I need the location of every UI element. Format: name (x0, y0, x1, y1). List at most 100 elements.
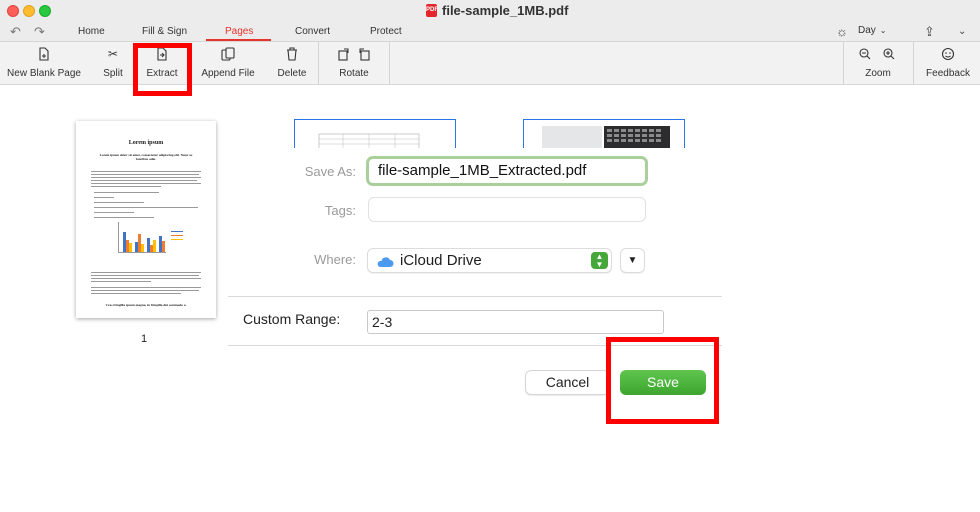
chart-bar (129, 243, 132, 252)
sun-icon[interactable]: ☼ (836, 24, 848, 39)
feedback-label: Feedback (926, 68, 970, 79)
cancel-button[interactable]: Cancel (525, 370, 610, 395)
text-line (91, 177, 201, 178)
text-line (91, 174, 199, 175)
feedback-button[interactable]: Feedback (922, 42, 974, 85)
text-line (94, 212, 134, 213)
thumbnail-chart (118, 222, 166, 253)
expand-dialog-button[interactable]: ▼ (620, 248, 645, 273)
thumbnail-subtitle: Lorem ipsum dolor sit amet, consectetur … (99, 153, 193, 161)
text-line (91, 180, 197, 181)
text-line (94, 202, 144, 203)
chart-legend (171, 239, 183, 240)
chevron-down-icon: ▼ (627, 255, 638, 266)
page-number: 1 (141, 333, 148, 345)
toolbar-divider (913, 42, 914, 85)
zoom-window-button[interactable] (39, 5, 51, 17)
extract-highlight-box (133, 43, 192, 96)
new-page-icon (38, 47, 50, 63)
text-line (94, 217, 154, 218)
feedback-icon (941, 47, 955, 63)
title-bar: PDF file-sample_1MB.pdf (0, 0, 980, 22)
tags-input[interactable] (368, 197, 646, 222)
more-chevron-icon[interactable]: ⌄ (958, 26, 966, 37)
text-line (94, 197, 114, 198)
text-line (91, 183, 201, 184)
trash-icon (286, 47, 298, 63)
chart-legend (171, 231, 183, 232)
chart-legend (171, 235, 183, 236)
share-icon[interactable]: ⇪ (924, 24, 935, 40)
minimize-window-button[interactable] (23, 5, 35, 17)
new-blank-page-label: New Blank Page (7, 68, 81, 79)
page-preview-2[interactable] (294, 119, 456, 149)
window-title-text: file-sample_1MB.pdf (442, 3, 569, 18)
text-line (91, 272, 201, 273)
undo-icon[interactable]: ↶ (10, 24, 21, 40)
divider (228, 296, 722, 297)
new-blank-page-button[interactable]: New Blank Page (4, 42, 84, 85)
append-file-icon (221, 47, 235, 63)
icloud-icon (377, 257, 394, 267)
zoom-label: Zoom (865, 68, 891, 79)
text-line (91, 293, 181, 294)
delete-label: Delete (277, 68, 307, 79)
chart-bar (141, 244, 144, 252)
image-preview (542, 126, 670, 149)
text-line (91, 186, 161, 187)
chart-bar (153, 240, 156, 252)
rotate-button[interactable]: Rotate (330, 42, 378, 85)
text-line (94, 192, 159, 193)
where-label: Where: (314, 252, 356, 267)
text-line (91, 275, 199, 276)
thumbnail-title: Lorem ipsum (128, 140, 164, 146)
split-button[interactable]: ✂ Split (96, 42, 130, 85)
toolbar-divider (318, 42, 319, 85)
rotate-icon (337, 47, 371, 63)
window-title: PDF file-sample_1MB.pdf (426, 3, 568, 18)
page-thumbnail[interactable]: Lorem ipsum Lorem ipsum dolor sit amet, … (76, 121, 216, 318)
thumbnail-bottom-text: Cras fringilla ipsum magna, in fringilla… (105, 303, 187, 307)
text-line (91, 287, 201, 288)
table-preview (318, 133, 420, 149)
text-line (91, 278, 201, 279)
theme-dropdown[interactable]: Day ⌄ (858, 25, 887, 36)
split-label: Split (103, 68, 123, 79)
close-window-button[interactable] (7, 5, 19, 17)
page-preview-3[interactable] (523, 119, 685, 149)
tags-label: Tags: (324, 203, 356, 218)
rotate-label: Rotate (339, 68, 369, 79)
where-popup[interactable]: iCloud Drive ▲ ▼ (367, 248, 612, 273)
tab-protect[interactable]: Protect (370, 26, 402, 37)
tab-bar: ↶ ↷ Home Fill & Sign Pages Convert Prote… (0, 22, 980, 42)
redo-icon[interactable]: ↷ (34, 24, 45, 40)
text-line (91, 171, 201, 172)
append-file-label: Append File (201, 68, 255, 79)
text-line (91, 281, 151, 282)
text-line (91, 290, 199, 291)
pdf-file-icon: PDF (426, 4, 438, 17)
chevron-down-icon: ⌄ (879, 26, 887, 35)
custom-range-input[interactable]: 2-3 (367, 310, 664, 334)
append-file-button[interactable]: Append File (198, 42, 258, 85)
tab-home[interactable]: Home (78, 26, 105, 37)
tab-pages[interactable]: Pages (225, 26, 253, 37)
where-value: iCloud Drive (400, 252, 482, 269)
save-highlight-box (606, 337, 719, 424)
chart-bar (162, 241, 165, 252)
zoom-icon (858, 47, 898, 63)
tab-convert[interactable]: Convert (295, 26, 330, 37)
tab-fill-sign[interactable]: Fill & Sign (142, 26, 187, 37)
scissors-icon: ✂ (107, 47, 119, 61)
popup-stepper-icon: ▲ ▼ (591, 252, 608, 269)
save-as-input[interactable]: file-sample_1MB_Extracted.pdf (366, 156, 648, 186)
active-tab-indicator (206, 39, 271, 41)
save-as-label: Save As: (304, 164, 356, 179)
delete-button[interactable]: Delete (274, 42, 310, 85)
zoom-control[interactable]: Zoom (852, 42, 904, 85)
toolbar-divider (843, 42, 844, 85)
toolbar-divider (389, 42, 390, 85)
text-line (94, 207, 198, 208)
custom-range-label: Custom Range: (243, 311, 341, 327)
theme-label: Day (858, 25, 876, 36)
